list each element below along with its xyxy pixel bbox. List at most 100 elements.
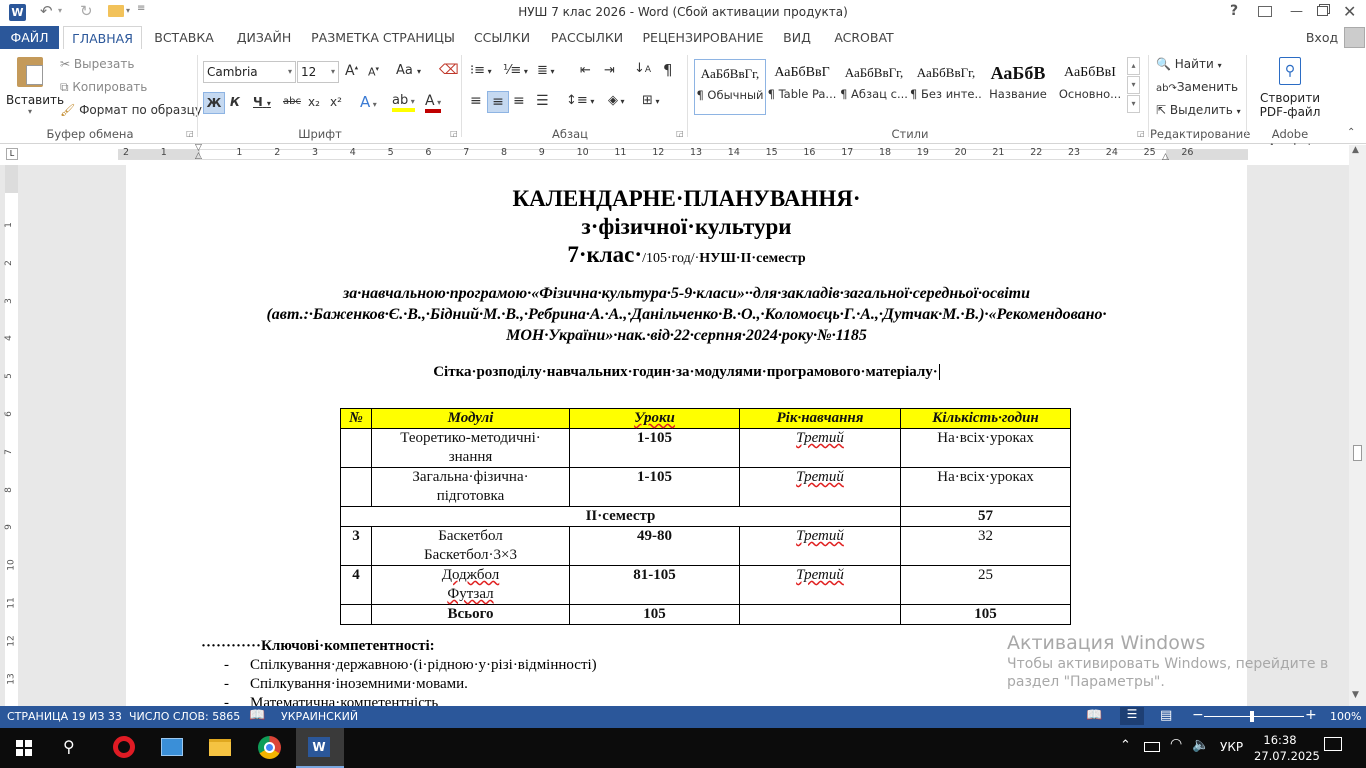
windows-start-icon[interactable] xyxy=(16,740,32,756)
style-list-paragraph[interactable]: АаБбВвГг, ¶ Абзац с... xyxy=(838,59,910,115)
style-body-text[interactable]: АаБбВвI Основно... xyxy=(1054,59,1126,115)
cut-button[interactable]: ✂ Вырезать xyxy=(60,57,134,71)
minimize-icon[interactable]: — xyxy=(1290,4,1303,19)
styles-launcher-icon[interactable]: ◲ xyxy=(1137,129,1145,138)
subscript-button[interactable]: x₂ xyxy=(308,95,320,109)
ribbon-display-options-icon[interactable] xyxy=(1258,6,1272,17)
find-button[interactable]: 🔍 Найти ▾ xyxy=(1156,57,1222,71)
styles-scroll-down-icon[interactable]: ▾ xyxy=(1127,76,1140,94)
create-pdf-button[interactable]: ⚲ Створити PDF-файл xyxy=(1252,55,1328,119)
font-size-select[interactable]: 12 ▾ xyxy=(297,61,339,83)
italic-button[interactable]: К xyxy=(230,95,240,109)
tab-acrobat[interactable]: ACROBAT xyxy=(828,26,900,49)
style-no-spacing[interactable]: АаБбВвГг, ¶ Без инте... xyxy=(910,59,982,115)
zoom-slider[interactable] xyxy=(1204,716,1304,717)
tab-design[interactable]: ДИЗАЙН xyxy=(228,26,300,49)
chrome-icon[interactable] xyxy=(258,736,281,759)
tab-references[interactable]: ССЫЛКИ xyxy=(466,26,538,49)
grow-font-button[interactable]: A▴ xyxy=(345,63,358,79)
clear-formatting-icon[interactable]: ⌫ xyxy=(439,62,459,78)
increase-indent-icon[interactable]: ⇥ xyxy=(604,63,615,78)
style-normal[interactable]: АаБбВвГг, ¶ Обычный xyxy=(694,59,766,115)
tab-mailings[interactable]: РАССЫЛКИ xyxy=(546,26,628,49)
clipboard-launcher-icon[interactable]: ◲ xyxy=(186,129,194,138)
word-count[interactable]: ЧИСЛО СЛОВ: 5865 xyxy=(129,710,240,723)
scroll-down-icon[interactable]: ▼ xyxy=(1352,690,1359,700)
clock[interactable]: 16:38 27.07.2025 xyxy=(1254,732,1320,764)
system-info-icon[interactable] xyxy=(161,738,183,756)
tab-layout[interactable]: РАЗМЕТКА СТРАНИЦЫ xyxy=(308,26,458,49)
chevron-up-icon[interactable]: ⌃ xyxy=(1120,738,1131,753)
right-indent-marker-icon[interactable]: △ xyxy=(1162,152,1169,162)
vertical-ruler[interactable] xyxy=(5,165,18,706)
zoom-slider-thumb[interactable] xyxy=(1250,711,1254,722)
superscript-button[interactable]: x² xyxy=(330,95,342,109)
proofing-icon[interactable]: 📖 xyxy=(249,708,265,723)
tab-review[interactable]: РЕЦЕНЗИРОВАНИЕ xyxy=(638,26,768,49)
avatar[interactable] xyxy=(1344,27,1365,48)
sort-icon[interactable]: ↓A xyxy=(634,61,651,76)
sign-in-link[interactable]: Вход xyxy=(1302,26,1342,49)
notifications-icon[interactable] xyxy=(1324,737,1342,751)
page-indicator[interactable]: СТРАНИЦА 19 ИЗ 33 xyxy=(7,710,122,723)
file-explorer-icon[interactable] xyxy=(209,739,231,756)
format-painter-button[interactable]: 🖌 Формат по образцу xyxy=(60,103,202,117)
language-indicator[interactable]: УКРАИНСКИЙ xyxy=(281,710,358,723)
shading-icon[interactable]: ◈ ▾ xyxy=(608,93,625,108)
line-spacing-icon[interactable]: ↕≡ ▾ xyxy=(566,93,594,108)
zoom-out-icon[interactable]: − xyxy=(1192,707,1204,723)
wifi-icon[interactable]: ◠ xyxy=(1170,736,1182,752)
tab-view[interactable]: ВИД xyxy=(776,26,818,49)
tab-file[interactable]: ФАЙЛ xyxy=(0,26,59,49)
paragraph-launcher-icon[interactable]: ◲ xyxy=(676,129,684,138)
document-page[interactable]: КАЛЕНДАРНЕ·ПЛАНУВАННЯ· з·фізичної·культу… xyxy=(126,165,1247,706)
font-launcher-icon[interactable]: ◲ xyxy=(450,129,458,138)
scroll-thumb[interactable] xyxy=(1353,445,1362,461)
tab-home[interactable]: ГЛАВНАЯ xyxy=(63,26,142,50)
zoom-level[interactable]: 100% xyxy=(1330,710,1361,723)
paste-button[interactable]: Вставить ▾ xyxy=(6,53,64,117)
bullets-icon[interactable]: ⁝≡ ▾ xyxy=(470,63,492,78)
highlight-icon[interactable]: ab ▾ xyxy=(392,93,415,112)
zoom-in-icon[interactable]: + xyxy=(1305,707,1317,723)
underline-button[interactable]: Ч ▾ xyxy=(253,95,271,109)
maximize-icon[interactable] xyxy=(1317,6,1328,16)
bold-button[interactable]: Ж xyxy=(203,92,225,114)
input-language[interactable]: УКР xyxy=(1220,740,1243,754)
word-taskbar-icon[interactable]: W xyxy=(296,728,344,768)
web-layout-icon[interactable]: ▤ xyxy=(1160,708,1172,723)
volume-icon[interactable]: 🔈 xyxy=(1192,737,1209,753)
numbering-icon[interactable]: ⅟≡ ▾ xyxy=(503,63,528,78)
select-button[interactable]: ⇱ Выделить ▾ xyxy=(1156,103,1241,117)
styles-more-icon[interactable]: ▾ xyxy=(1127,95,1140,113)
decrease-indent-icon[interactable]: ⇤ xyxy=(580,63,591,78)
show-marks-icon[interactable]: ¶ xyxy=(663,61,673,79)
help-icon[interactable]: ? xyxy=(1230,3,1238,19)
read-mode-icon[interactable]: 📖 xyxy=(1086,708,1102,723)
font-name-select[interactable]: Cambria ▾ xyxy=(203,61,296,83)
style-title[interactable]: АаБбВ Название xyxy=(982,59,1054,115)
copy-button[interactable]: ⧉ Копировать xyxy=(60,80,147,95)
battery-icon[interactable] xyxy=(1144,742,1160,752)
close-icon[interactable]: ✕ xyxy=(1343,2,1356,21)
scroll-up-icon[interactable]: ▲ xyxy=(1352,145,1359,155)
font-color-icon[interactable]: A ▾ xyxy=(425,93,442,113)
justify-icon[interactable]: ☰ xyxy=(536,93,549,109)
strikethrough-button[interactable]: abc xyxy=(283,96,301,107)
align-center-icon[interactable]: ≡ xyxy=(487,91,509,113)
multilevel-list-icon[interactable]: ≣ ▾ xyxy=(537,63,554,78)
tab-selector-icon[interactable]: L xyxy=(6,148,18,160)
align-left-icon[interactable]: ≡ xyxy=(470,93,482,109)
align-right-icon[interactable]: ≡ xyxy=(513,93,525,109)
print-layout-icon[interactable]: ☰ xyxy=(1120,707,1144,725)
opera-icon[interactable] xyxy=(113,736,135,758)
shrink-font-button[interactable]: A▾ xyxy=(368,65,379,79)
vertical-scrollbar[interactable]: ▲ ▼ xyxy=(1349,145,1366,706)
tab-insert[interactable]: ВСТАВКА xyxy=(148,26,220,49)
collapse-ribbon-icon[interactable]: ⌃ xyxy=(1347,127,1355,138)
replace-button[interactable]: ab↷Заменить xyxy=(1156,80,1238,94)
text-effects-icon[interactable]: A ▾ xyxy=(360,93,377,111)
borders-icon[interactable]: ⊞ ▾ xyxy=(642,93,659,108)
change-case-button[interactable]: Aa ▾ xyxy=(396,63,421,78)
indent-marker-icon[interactable]: ▽ △ xyxy=(195,144,202,161)
